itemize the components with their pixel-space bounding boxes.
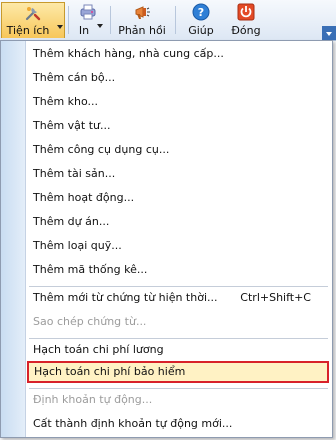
- menu-item-add-fund-type[interactable]: Thêm loại quỹ...: [27, 236, 329, 256]
- menu-separator: [29, 388, 328, 389]
- menu-item-add-asset[interactable]: Thêm tài sản...: [27, 164, 329, 184]
- print-button[interactable]: In: [70, 2, 106, 38]
- menu-item-save-as-auto-entry[interactable]: Cất thành định khoản tự động mới...: [27, 414, 329, 434]
- feedback-button[interactable]: Phản hồi: [113, 2, 171, 38]
- menu-item-payroll-accounting[interactable]: Hạch toán chi phí lương: [27, 340, 329, 360]
- help-label: Giúp: [188, 24, 214, 37]
- menu-item-copy-voucher[interactable]: Sao chép chứng từ...: [27, 312, 329, 332]
- printer-icon: [80, 4, 96, 20]
- help-icon: ?: [192, 3, 210, 21]
- menu-item-add-material[interactable]: Thêm vật tư...: [27, 116, 329, 136]
- print-label: In: [78, 24, 90, 37]
- chevron-down-icon: [326, 32, 332, 36]
- menu-item-add-activity[interactable]: Thêm hoạt động...: [27, 188, 329, 208]
- chevron-down-icon: [57, 25, 63, 29]
- menu-item-auto-entry[interactable]: Định khoản tự động...: [27, 390, 329, 410]
- close-label: Đóng: [231, 24, 261, 37]
- help-button[interactable]: ? Giúp: [180, 2, 222, 38]
- toolbar-overflow-button[interactable]: [322, 26, 336, 40]
- toolbar-separator: [68, 6, 69, 34]
- menu-item-add-staff[interactable]: Thêm cán bộ...: [27, 68, 329, 88]
- menu-item-add-stat-code[interactable]: Thêm mã thống kê...: [27, 260, 329, 280]
- feedback-label: Phản hồi: [118, 24, 166, 37]
- menu-separator: [29, 286, 328, 287]
- utilities-dropdown-menu: Thêm khách hàng, nhà cung cấp... Thêm cá…: [0, 40, 333, 438]
- toolbar-separator: [175, 6, 176, 34]
- menu-item-insurance-accounting[interactable]: Hạch toán chi phí bảo hiểm: [27, 361, 329, 383]
- menu-item-add-warehouse[interactable]: Thêm kho...: [27, 92, 329, 112]
- megaphone-icon: [135, 6, 150, 19]
- menu-item-label: Thêm mới từ chứng từ hiện thời...: [33, 291, 218, 304]
- menu-item-add-tools[interactable]: Thêm công cụ dụng cụ...: [27, 140, 329, 160]
- menu-icon-gutter: [1, 41, 26, 437]
- menu-item-add-project[interactable]: Thêm dự án...: [27, 212, 329, 232]
- close-button[interactable]: Đóng: [225, 2, 267, 38]
- menu-item-shortcut: Ctrl+Shift+C: [240, 291, 311, 304]
- menu-item-add-from-current-voucher[interactable]: Thêm mới từ chứng từ hiện thời... Ctrl+S…: [27, 288, 329, 308]
- toolbar: Tiện ích In Phản hồi ? Giúp Đóng: [0, 0, 336, 41]
- menu-item-add-customer-supplier[interactable]: Thêm khách hàng, nhà cung cấp...: [27, 44, 329, 64]
- svg-text:?: ?: [198, 6, 204, 19]
- utilities-button[interactable]: Tiện ích: [1, 2, 65, 38]
- close-icon: [237, 3, 255, 21]
- chevron-down-icon: [97, 24, 103, 28]
- toolbar-separator: [110, 6, 111, 34]
- tools-icon: [25, 7, 41, 21]
- menu-separator: [29, 338, 328, 339]
- utilities-label: Tiện ích: [6, 24, 50, 37]
